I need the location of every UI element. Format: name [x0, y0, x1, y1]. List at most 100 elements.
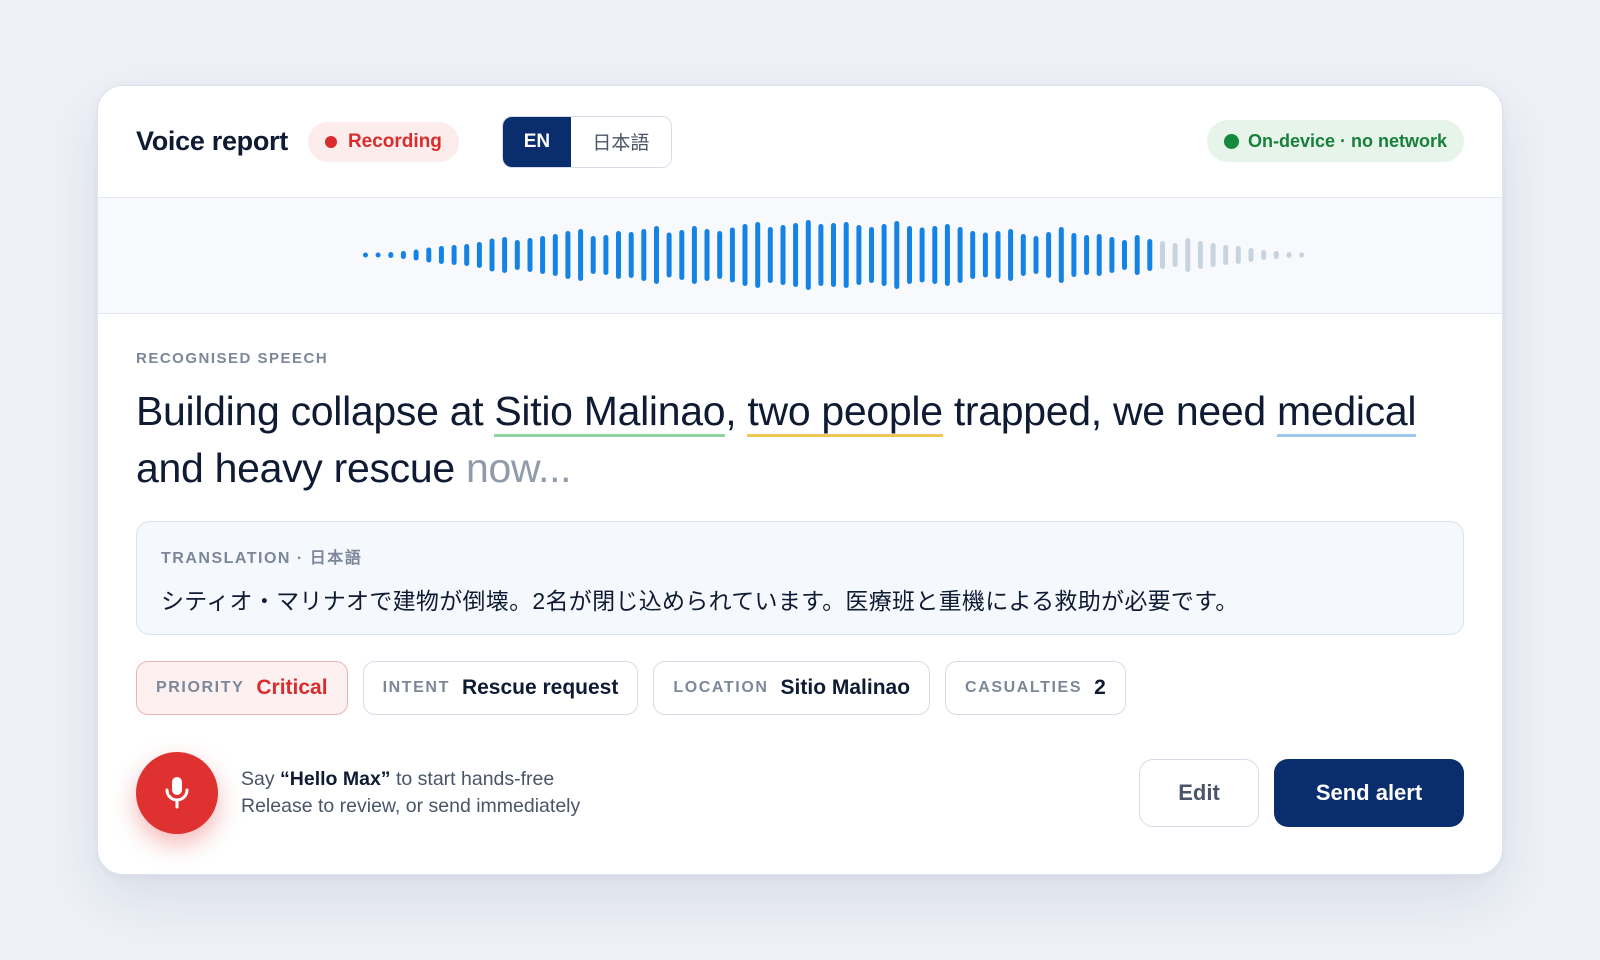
- waveform-bar: [1261, 250, 1267, 260]
- waveform-bar: [552, 234, 558, 276]
- chip-key: CASUALTIES: [965, 679, 1083, 696]
- waveform-bar: [1058, 227, 1064, 283]
- translation-text: シティオ・マリナオで建物が倒壊。2名が閉じ込められています。医療班と重機による救…: [161, 588, 1239, 614]
- waveform-bar: [881, 224, 887, 286]
- waveform-bar: [1210, 243, 1216, 267]
- waveform-bar: [426, 247, 432, 263]
- waveform-bar: [1299, 252, 1305, 258]
- waveform-bar: [413, 249, 419, 261]
- waveform-bar: [1020, 234, 1026, 276]
- waveform-bar: [970, 231, 976, 279]
- send-alert-button[interactable]: Send alert: [1274, 759, 1464, 827]
- chip-key: INTENT: [382, 679, 450, 696]
- waveform-bar: [780, 225, 786, 285]
- status-dot-icon: [1223, 133, 1239, 149]
- wake-word: “Hello Max”: [280, 768, 391, 790]
- page-title: Voice report: [136, 126, 288, 156]
- chip-casualties[interactable]: CASUALTIES 2: [945, 661, 1126, 715]
- speech-pending: now...: [465, 445, 572, 491]
- hands-free-hint: Say “Hello Max” to start hands-free Rele…: [241, 766, 580, 820]
- waveform-bar: [982, 232, 988, 278]
- chip-intent[interactable]: INTENT Rescue request: [362, 661, 639, 715]
- language-ja-button[interactable]: 日本語: [570, 116, 671, 167]
- waveform-bar: [1197, 241, 1203, 269]
- speech-segment: trapped, we need: [942, 388, 1277, 434]
- waveform-bar: [704, 229, 710, 281]
- waveform-bar: [1160, 241, 1165, 269]
- speech-segment: Building collapse at: [136, 388, 495, 434]
- waveform-bar: [818, 224, 824, 286]
- waveform-bar: [1122, 240, 1127, 270]
- waveform-bar: [363, 252, 368, 258]
- waveform-bar: [666, 232, 672, 278]
- waveform-bar: [717, 231, 723, 279]
- waveform-bar: [1223, 245, 1229, 265]
- waveform-panel: [98, 198, 1502, 314]
- waveform-bar: [464, 244, 470, 266]
- waveform-bar: [1248, 248, 1254, 262]
- waveform-bar: [1273, 251, 1279, 259]
- recording-label: Recording: [347, 130, 442, 152]
- waveform-bar: [856, 225, 862, 285]
- network-status-badge: On-device · no network: [1206, 120, 1464, 162]
- waveform-bar: [476, 242, 482, 268]
- waveform-bar: [641, 229, 647, 281]
- waveform-bar: [1008, 229, 1014, 281]
- chip-value: 2: [1094, 676, 1106, 699]
- waveform-bar: [1109, 237, 1115, 273]
- waveform-bar: [755, 222, 761, 288]
- chip-location[interactable]: LOCATION Sitio Malinao: [653, 661, 931, 715]
- waveform-bar: [793, 223, 799, 287]
- microphone-icon: [165, 777, 189, 809]
- footer: Say “Hello Max” to start hands-free Rele…: [136, 752, 1464, 834]
- recognised-speech-label: RECOGNISED SPEECH: [136, 350, 329, 367]
- waveform-bar: [590, 236, 596, 274]
- speech-segment: ,: [725, 388, 748, 434]
- waveform-visualizer: [363, 220, 1305, 290]
- recording-dot-icon: [324, 135, 337, 148]
- entity-location[interactable]: Sitio Malinao: [494, 388, 726, 437]
- header: Voice report Recording EN 日本語 On-device …: [98, 86, 1502, 198]
- waveform-bar: [438, 246, 444, 264]
- waveform-bar: [1235, 246, 1241, 264]
- hint-text: Say: [241, 768, 281, 790]
- network-status-label: On-device · no network: [1247, 130, 1447, 151]
- hint-line-1: Say “Hello Max” to start hands-free: [241, 766, 580, 793]
- waveform-bar: [540, 236, 546, 274]
- recognised-speech-text: Building collapse at Sitio Malinao, two …: [136, 383, 1466, 497]
- waveform-bar: [944, 224, 950, 286]
- waveform-bar: [628, 232, 634, 278]
- waveform-bar: [578, 229, 584, 281]
- waveform-bar: [1071, 233, 1077, 277]
- speech-segment: and heavy rescue: [136, 445, 466, 491]
- edit-button[interactable]: Edit: [1139, 759, 1259, 827]
- recording-badge: Recording: [307, 121, 459, 162]
- waveform-bar: [919, 227, 925, 283]
- waveform-bar: [514, 240, 520, 270]
- hint-line-2: Release to review, or send immediately: [241, 795, 581, 817]
- waveform-bar: [565, 231, 571, 279]
- waveform-bar: [805, 220, 811, 290]
- waveform-bar: [957, 227, 963, 283]
- waveform-bar: [907, 226, 912, 284]
- actions: Edit Send alert: [1139, 759, 1464, 827]
- waveform-bar: [729, 227, 735, 283]
- waveform-bar: [375, 252, 381, 258]
- waveform-bar: [1147, 239, 1153, 271]
- chip-key: PRIORITY: [156, 679, 245, 696]
- waveform-bar: [843, 222, 849, 288]
- microphone-button[interactable]: [136, 752, 218, 834]
- entity-need[interactable]: medical: [1276, 388, 1416, 437]
- waveform-bar: [451, 245, 457, 265]
- waveform-bar: [831, 223, 836, 287]
- waveform-bar: [1084, 235, 1090, 275]
- waveform-bar: [489, 238, 495, 272]
- waveform-bar: [767, 227, 773, 283]
- waveform-bar: [616, 231, 621, 279]
- language-en-button[interactable]: EN: [502, 116, 571, 167]
- hint-text: to start hands-free: [390, 768, 555, 790]
- chip-priority[interactable]: PRIORITY Critical: [136, 661, 348, 715]
- waveform-bar: [603, 235, 609, 275]
- entity-casualties[interactable]: two people: [747, 388, 943, 437]
- waveform-bar: [1096, 234, 1102, 276]
